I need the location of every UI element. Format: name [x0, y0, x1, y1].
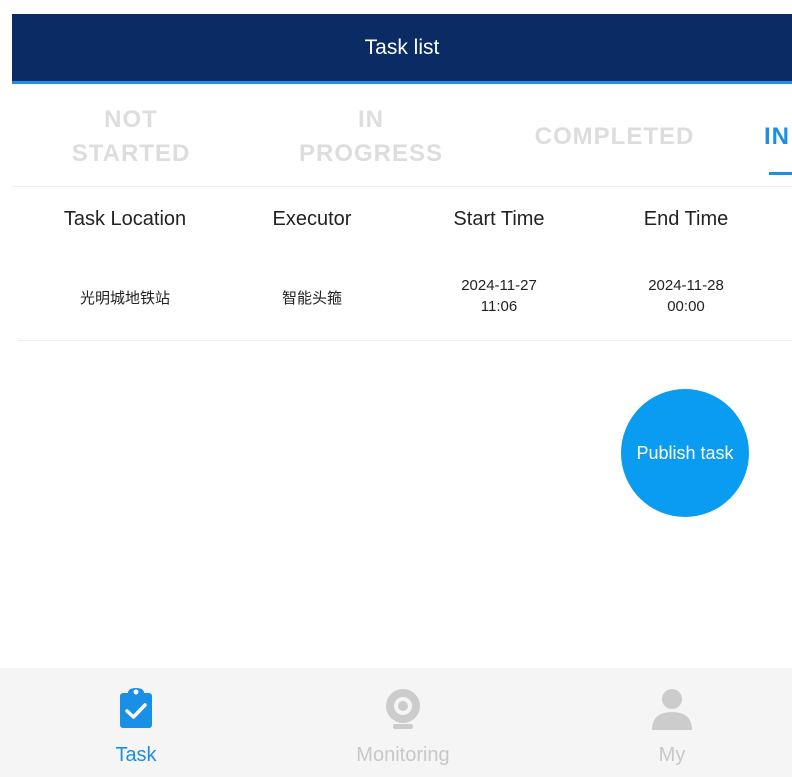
end-date: 2024-11-28: [648, 277, 724, 294]
nav-label-my: My: [658, 744, 686, 766]
tab-label-line: IN: [764, 122, 790, 150]
start-clock: 11:06: [480, 298, 518, 315]
column-header-start-time: Start Time: [453, 208, 545, 230]
clipboard-check-icon: [120, 688, 152, 728]
tab-label-line: PROGRESS: [298, 139, 444, 167]
app-header: Task list: [12, 14, 792, 84]
cell-start-time: 2024-11-27 11:06: [409, 275, 589, 317]
tab-label-line: NOT: [104, 105, 158, 133]
column-header-end-time: End Time: [643, 208, 729, 230]
column-header-location: Task Location: [63, 208, 187, 230]
cell-end-time: 2024-11-28 00:00: [596, 275, 776, 317]
tab-not-started[interactable]: NOT STARTED: [52, 87, 210, 186]
tab-label-line: STARTED: [71, 139, 191, 167]
publish-task-button[interactable]: Publish task: [621, 389, 749, 517]
bottom-navigation: Task Monitoring My: [0, 668, 792, 777]
tab-label-line: IN: [358, 105, 384, 133]
start-date: 2024-11-27: [461, 277, 537, 294]
nav-item-task[interactable]: Task: [36, 668, 236, 777]
nav-label-monitoring: Monitoring: [356, 744, 450, 766]
tab-completed[interactable]: COMPLETED: [517, 87, 712, 186]
tab-label-line: COMPLETED: [534, 122, 695, 150]
table-header: Task Location Executor Start Time End Ti…: [18, 188, 792, 254]
task-status-tabs: NOT STARTED IN PROGRESS COMPLETED IN: [12, 87, 792, 187]
table-row[interactable]: 光明城地铁站 智能头箍 2024-11-27 11:06 2024-11-28 …: [18, 258, 792, 341]
nav-item-my[interactable]: My: [572, 668, 772, 777]
nav-item-monitoring[interactable]: Monitoring: [303, 668, 503, 777]
column-header-executor: Executor: [272, 208, 352, 230]
publish-task-label: Publish task: [636, 442, 734, 463]
user-icon: [652, 689, 692, 730]
webcam-icon: [386, 689, 420, 729]
cell-location: 光明城地铁站: [79, 290, 170, 307]
tab-in-progress[interactable]: IN PROGRESS: [292, 87, 450, 186]
page-title: Task list: [364, 35, 440, 59]
cell-executor: 智能头箍: [281, 290, 342, 307]
active-tab-indicator: [769, 172, 792, 175]
nav-label-task: Task: [115, 744, 157, 766]
end-clock: 00:00: [667, 298, 705, 315]
